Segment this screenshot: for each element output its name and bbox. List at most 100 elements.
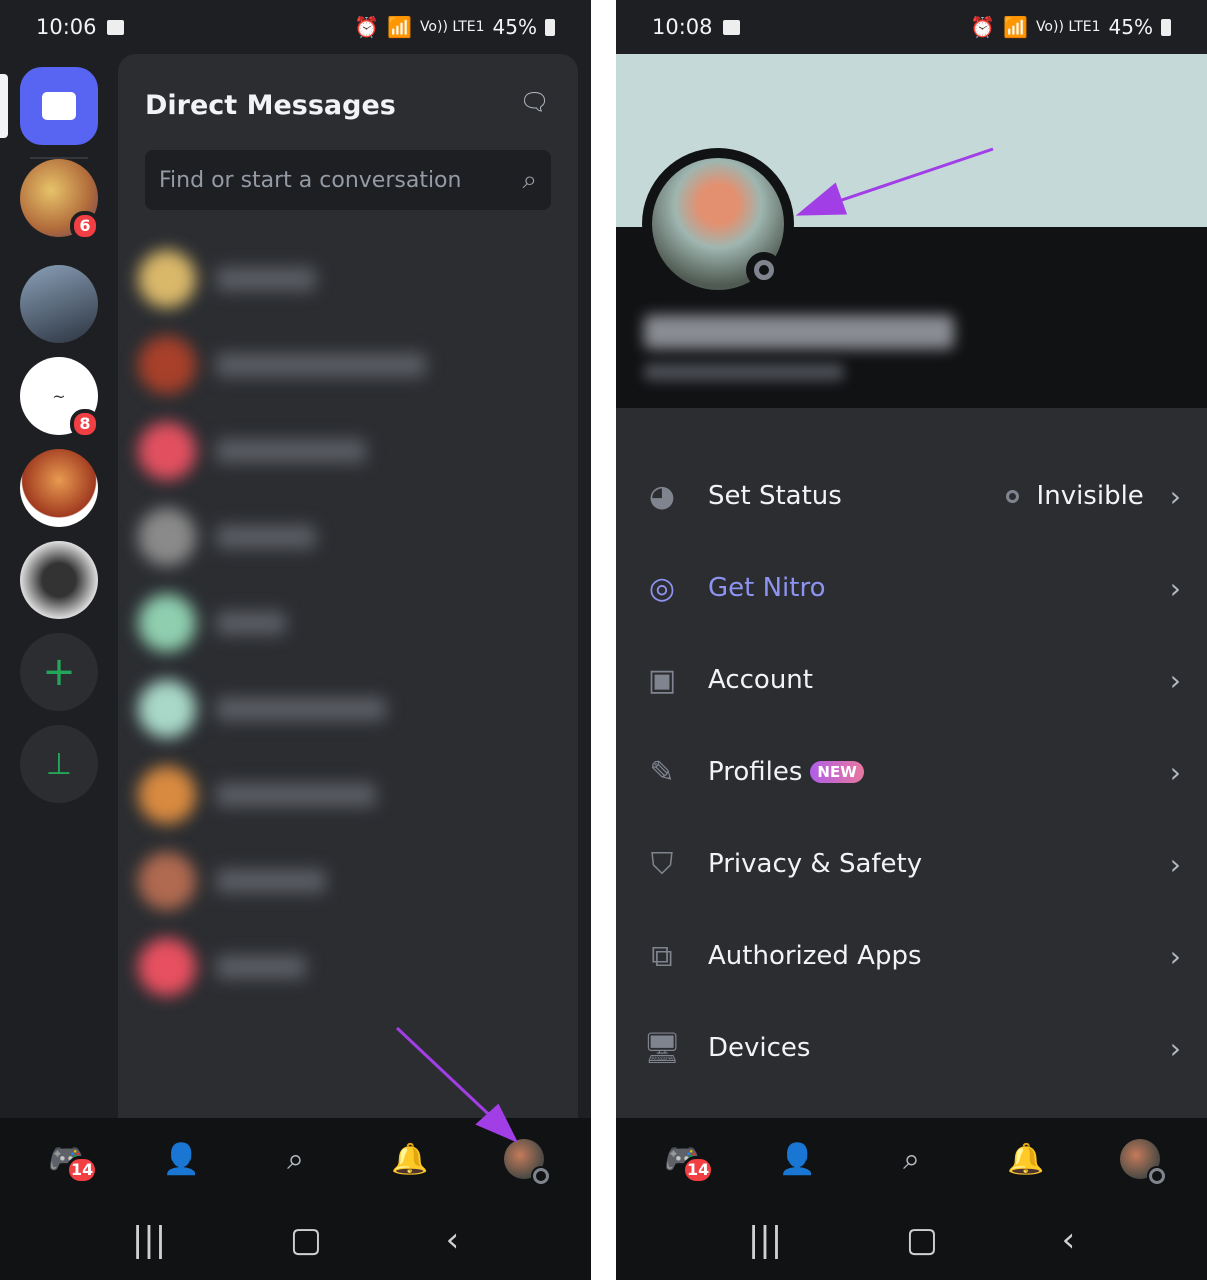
monitor-icon: 🖥 [642, 1030, 682, 1066]
recents-button[interactable]: ||| [132, 1220, 166, 1260]
system-nav: ||| ▢ ‹ [616, 1200, 1207, 1280]
notifications-tab[interactable]: 🔔 [385, 1134, 435, 1184]
selected-indicator [0, 74, 8, 138]
gallery-icon [106, 19, 124, 35]
user-settings-screen: 10:08 ⏰ 📶 Vo)) LTE1 45% ◕ Set Status Invisibl… [616, 0, 1207, 1280]
chevron-right-icon: › [1169, 1031, 1181, 1065]
dm-screen: 10:06 ⏰ 📶 Vo)) LTE1 45% 6 ~8 + ⊥ Direct Mes… [0, 0, 591, 1280]
list-item[interactable] [138, 244, 316, 314]
chevron-right-icon: › [1169, 847, 1181, 881]
new-dm-icon[interactable]: 🗨 [520, 88, 550, 116]
search-icon: ⌕ [903, 1141, 920, 1177]
dm-panel: Direct Messages 🗨 Find or start a conver… [118, 54, 578, 1118]
server-icon[interactable]: 6 [20, 159, 100, 241]
bell-icon: 🔔 [390, 1141, 429, 1177]
network-indicator: Vo)) LTE1 [419, 19, 485, 35]
system-nav: ||| ▢ ‹ [0, 1200, 591, 1280]
search-icon: ⌕ [287, 1141, 304, 1177]
recents-button[interactable]: ||| [748, 1220, 782, 1260]
list-item[interactable] [138, 588, 286, 658]
search-tab[interactable]: ⌕ [886, 1134, 936, 1184]
alarm-icon: ⏰ [354, 15, 380, 39]
battery-level: 45% [492, 15, 537, 39]
server-icon[interactable] [20, 449, 98, 527]
set-status-icon: ◕ [648, 478, 676, 514]
shield-icon: ⛉ [650, 846, 674, 882]
battery-level: 45% [1108, 15, 1153, 39]
row-label: Set Status [708, 481, 842, 511]
network-indicator: Vo)) LTE1 [1035, 19, 1101, 35]
bottom-nav: 🎮 14 👤 ⌕ 🔔 [616, 1118, 1207, 1200]
friends-tab[interactable]: 👤 [772, 1134, 822, 1184]
chat-icon [42, 92, 76, 120]
list-item[interactable] [138, 416, 366, 486]
chevron-right-icon: › [1169, 479, 1181, 513]
battery-icon [1161, 18, 1171, 36]
list-item[interactable] [138, 846, 326, 916]
row-label: Devices [708, 1033, 811, 1063]
home-tab[interactable]: 🎮 14 [42, 1134, 99, 1184]
unread-badge: 8 [70, 409, 100, 439]
back-button[interactable]: ‹ [1062, 1220, 1076, 1260]
server-icon[interactable] [20, 541, 98, 619]
devices-row[interactable]: 🖥 Devices › [616, 1002, 1207, 1094]
bell-icon: 🔔 [1006, 1141, 1045, 1177]
notifications-tab[interactable]: 🔔 [1001, 1134, 1051, 1184]
status-bar: 10:08 ⏰ 📶 Vo)) LTE1 45% [616, 0, 1207, 54]
list-item[interactable] [138, 932, 306, 1002]
list-item[interactable] [138, 330, 426, 400]
search-input[interactable]: Find or start a conversation ⌕ [145, 150, 551, 210]
home-button[interactable]: ▢ [290, 1220, 322, 1260]
list-item[interactable] [138, 502, 316, 572]
search-tab[interactable]: ⌕ [270, 1134, 320, 1184]
unread-badge: 6 [70, 211, 100, 241]
hierarchy-icon: ⊥ [45, 746, 73, 782]
back-button[interactable]: ‹ [446, 1220, 460, 1260]
privacy-safety-row[interactable]: ⛉ Privacy & Safety › [616, 818, 1207, 910]
add-server-button[interactable]: + [20, 633, 98, 711]
plus-icon: + [42, 649, 76, 695]
chevron-right-icon: › [1169, 755, 1181, 789]
chevron-right-icon: › [1169, 571, 1181, 605]
alarm-icon: ⏰ [970, 15, 996, 39]
profile-tab[interactable] [499, 1134, 549, 1184]
authorized-apps-row[interactable]: ⧉ Authorized Apps › [616, 910, 1207, 1002]
account-row[interactable]: ▣ Account › [616, 634, 1207, 726]
authorized-apps-icon: ⧉ [651, 938, 673, 974]
username-blurred [644, 315, 954, 349]
server-icon[interactable]: ~8 [20, 357, 100, 439]
home-tab[interactable]: 🎮 14 [658, 1134, 715, 1184]
search-icon: ⌕ [522, 164, 537, 195]
chevron-right-icon: › [1169, 939, 1181, 973]
wifi-icon: 📶 [387, 15, 412, 39]
profile-tab[interactable] [1115, 1134, 1165, 1184]
pencil-icon: ✎ [649, 754, 675, 790]
page-title: Direct Messages [145, 90, 396, 121]
new-badge: NEW [810, 761, 864, 783]
home-button[interactable]: ▢ [906, 1220, 938, 1260]
profiles-row[interactable]: ✎ Profiles NEW › [616, 726, 1207, 818]
explore-servers-button[interactable]: ⊥ [20, 725, 98, 803]
profile-avatar[interactable] [642, 148, 794, 300]
unread-badge: 14 [66, 1156, 99, 1184]
row-label: Authorized Apps [708, 941, 922, 971]
chevron-right-icon: › [1169, 663, 1181, 697]
battery-icon [545, 18, 555, 36]
status-value: Invisible [1036, 481, 1144, 511]
list-item[interactable] [138, 760, 376, 830]
clock: 10:08 [652, 15, 713, 39]
direct-messages-button[interactable] [20, 67, 98, 145]
get-nitro-row[interactable]: ◎ Get Nitro › [616, 542, 1207, 634]
set-status-row[interactable]: ◕ Set Status Invisible › [616, 450, 1207, 542]
friends-icon: 👤 [778, 1141, 816, 1177]
server-icon[interactable] [20, 265, 98, 343]
friends-tab[interactable]: 👤 [156, 1134, 206, 1184]
status-bar: 10:06 ⏰ 📶 Vo)) LTE1 45% [0, 0, 591, 54]
bottom-nav: 🎮 14 👤 ⌕ 🔔 [0, 1118, 591, 1200]
nitro-icon: ◎ [648, 570, 676, 606]
wifi-icon: 📶 [1003, 15, 1028, 39]
row-label: Get Nitro [708, 573, 826, 603]
user-tag-blurred [644, 363, 844, 381]
row-label: Account [708, 665, 813, 695]
list-item[interactable] [138, 674, 386, 744]
